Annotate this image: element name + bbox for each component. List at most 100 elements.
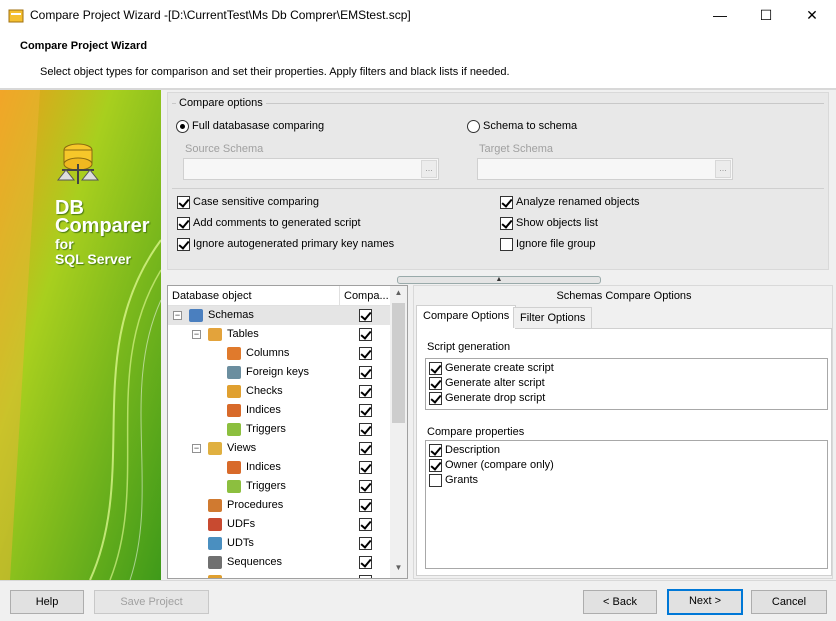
index-icon <box>227 404 241 417</box>
compare-checkbox[interactable] <box>359 461 372 474</box>
tree-row-udfs[interactable]: UDFs <box>168 515 390 534</box>
next-button[interactable]: Next > <box>667 589 743 615</box>
full-db-label[interactable]: Full databasase comparing <box>192 120 324 132</box>
scroll-up-icon[interactable]: ▲ <box>390 288 407 302</box>
udt-icon <box>208 537 222 550</box>
column-header-object[interactable]: Database object <box>172 290 252 302</box>
compare-checkbox[interactable] <box>359 442 372 455</box>
column-header-compare[interactable]: Compa... <box>344 290 389 302</box>
back-button[interactable]: < Back <box>583 590 657 614</box>
compare-checkbox[interactable] <box>359 328 372 341</box>
tree-header: Database object Compa... <box>168 286 407 306</box>
collapse-icon[interactable]: − <box>173 311 182 320</box>
case-sensitive-checkbox[interactable] <box>177 196 190 209</box>
compare-checkbox[interactable] <box>359 499 372 512</box>
save-project-button[interactable]: Save Project <box>94 590 209 614</box>
sequence-icon <box>208 556 222 569</box>
source-schema-label: Source Schema <box>185 143 264 155</box>
generate-create-label[interactable]: Generate create script <box>445 362 554 374</box>
generate-drop-checkbox[interactable] <box>429 392 442 405</box>
compare-checkbox[interactable] <box>359 556 372 569</box>
tree-row-view-indices[interactable]: Indices <box>168 458 390 477</box>
source-schema-ellipsis-button[interactable]: ... <box>421 160 437 178</box>
tree-row-procedures[interactable]: Procedures <box>168 496 390 515</box>
tab-compare-options[interactable]: Compare Options <box>416 305 517 329</box>
collapse-icon[interactable]: − <box>192 444 201 453</box>
tree-row-label: Indices <box>246 404 281 416</box>
schemas-compare-options-panel: Schemas Compare Options Script generatio… <box>413 285 833 579</box>
tab-content: Script generation Generate create script… <box>416 328 832 576</box>
grants-checkbox[interactable] <box>429 474 442 487</box>
target-schema-combo[interactable]: ... <box>477 158 733 180</box>
tree-row-sequences[interactable]: Sequences <box>168 553 390 572</box>
scroll-down-icon[interactable]: ▼ <box>390 563 407 577</box>
procedure-icon <box>208 499 222 512</box>
tree-row-foreign-keys[interactable]: Foreign keys <box>168 363 390 382</box>
generate-drop-label[interactable]: Generate drop script <box>445 392 545 404</box>
owner-checkbox[interactable] <box>429 459 442 472</box>
tree-row-label: UDFs <box>227 518 256 530</box>
folder-icon <box>208 575 222 578</box>
tree-row-triggers[interactable]: Triggers <box>168 420 390 439</box>
column-header-divider[interactable] <box>339 286 340 306</box>
schema-to-schema-radio[interactable] <box>467 120 480 133</box>
schema-to-schema-label[interactable]: Schema to schema <box>483 120 577 132</box>
tree-scrollbar[interactable]: ▲ ▼ <box>390 286 407 578</box>
description-label[interactable]: Description <box>445 444 500 456</box>
tree-row-views[interactable]: − Views <box>168 439 390 458</box>
compare-checkbox[interactable] <box>359 480 372 493</box>
full-db-radio[interactable] <box>176 120 189 133</box>
title-bar: Compare Project Wizard -[D:\CurrentTest\… <box>0 0 836 32</box>
ignore-file-group-label[interactable]: Ignore file group <box>516 238 596 250</box>
scroll-thumb[interactable] <box>392 303 405 423</box>
tree-row-indices[interactable]: Indices <box>168 401 390 420</box>
ignore-pk-names-checkbox[interactable] <box>177 238 190 251</box>
case-sensitive-label[interactable]: Case sensitive comparing <box>193 196 319 208</box>
tree-row-schemas[interactable]: − Schemas <box>168 306 390 325</box>
generate-alter-checkbox[interactable] <box>429 377 442 390</box>
tree-row-udts[interactable]: UDTs <box>168 534 390 553</box>
tree-row-view-triggers[interactable]: Triggers <box>168 477 390 496</box>
close-button[interactable]: ✕ <box>789 0 835 32</box>
compare-checkbox[interactable] <box>359 385 372 398</box>
compare-checkbox[interactable] <box>359 366 372 379</box>
show-objects-list-label[interactable]: Show objects list <box>516 217 598 229</box>
analyze-renamed-label[interactable]: Analyze renamed objects <box>516 196 640 208</box>
add-comments-checkbox[interactable] <box>177 217 190 230</box>
show-objects-list-checkbox[interactable] <box>500 217 513 230</box>
owner-label[interactable]: Owner (compare only) <box>445 459 554 471</box>
cancel-button[interactable]: Cancel <box>751 590 827 614</box>
compare-checkbox[interactable] <box>359 404 372 417</box>
view-icon <box>208 442 222 455</box>
generate-create-checkbox[interactable] <box>429 362 442 375</box>
tree-row-columns[interactable]: Columns <box>168 344 390 363</box>
generate-alter-label[interactable]: Generate alter script <box>445 377 545 389</box>
tab-filter-options[interactable]: Filter Options <box>513 307 593 328</box>
tree-row-partial[interactable] <box>168 572 390 578</box>
ignore-pk-names-label[interactable]: Ignore autogenerated primary key names <box>193 238 394 250</box>
collapse-splitter[interactable]: ▲ <box>397 276 601 284</box>
help-button[interactable]: Help <box>10 590 84 614</box>
compare-checkbox[interactable] <box>359 537 372 550</box>
target-schema-ellipsis-button[interactable]: ... <box>715 160 731 178</box>
source-schema-combo[interactable]: ... <box>183 158 439 180</box>
compare-checkbox[interactable] <box>359 575 372 578</box>
minimize-button[interactable]: — <box>697 0 743 32</box>
compare-checkbox[interactable] <box>359 309 372 322</box>
database-object-tree[interactable]: Database object Compa... − Schemas − Tab… <box>167 285 408 579</box>
analyze-renamed-checkbox[interactable] <box>500 196 513 209</box>
brand-line-3: for <box>55 236 74 252</box>
compare-checkbox[interactable] <box>359 423 372 436</box>
add-comments-label[interactable]: Add comments to generated script <box>193 217 361 229</box>
compare-checkbox[interactable] <box>359 347 372 360</box>
tree-row-label: Foreign keys <box>246 366 309 378</box>
collapse-icon[interactable]: − <box>192 330 201 339</box>
tree-row-tables[interactable]: − Tables <box>168 325 390 344</box>
compare-checkbox[interactable] <box>359 518 372 531</box>
grants-label[interactable]: Grants <box>445 474 478 486</box>
ignore-file-group-checkbox[interactable] <box>500 238 513 251</box>
brand-line-2: Comparer <box>55 215 150 237</box>
tree-row-checks[interactable]: Checks <box>168 382 390 401</box>
maximize-button[interactable]: ☐ <box>743 0 789 32</box>
description-checkbox[interactable] <box>429 444 442 457</box>
